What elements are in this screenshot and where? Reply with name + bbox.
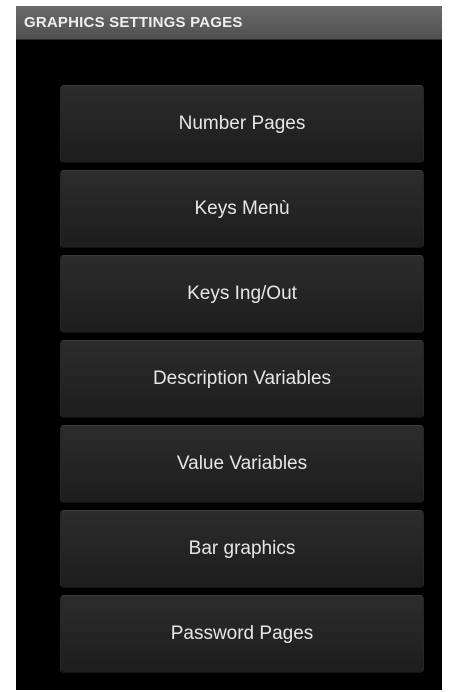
app-screen: GRAPHICS SETTINGS PAGES Number Pages Key… [16, 6, 442, 690]
keys-menu-label: Keys Menù [194, 198, 290, 219]
keys-ing-out-label: Keys Ing/Out [187, 283, 297, 304]
bar-graphics-button[interactable]: Bar graphics [60, 510, 424, 588]
value-variables-label: Value Variables [176, 453, 308, 474]
value-variables-button[interactable]: Value Variables [60, 425, 424, 503]
password-pages-button[interactable]: Password Pages [60, 595, 424, 673]
number-pages-button[interactable]: Number Pages [60, 85, 424, 163]
bar-graphics-label: Bar graphics [188, 538, 296, 559]
title-bar: GRAPHICS SETTINGS PAGES [16, 6, 442, 40]
keys-ing-out-button[interactable]: Keys Ing/Out [60, 255, 424, 333]
description-variables-label: Description Variables [152, 368, 332, 389]
description-variables-button[interactable]: Description Variables [60, 340, 424, 418]
password-pages-label: Password Pages [170, 623, 314, 644]
keys-menu-button[interactable]: Keys Menù [60, 170, 424, 248]
settings-menu: Number Pages Keys Menù Keys Ing/Out Desc… [60, 85, 424, 685]
number-pages-label: Number Pages [178, 113, 306, 134]
page-title: GRAPHICS SETTINGS PAGES [24, 14, 243, 31]
